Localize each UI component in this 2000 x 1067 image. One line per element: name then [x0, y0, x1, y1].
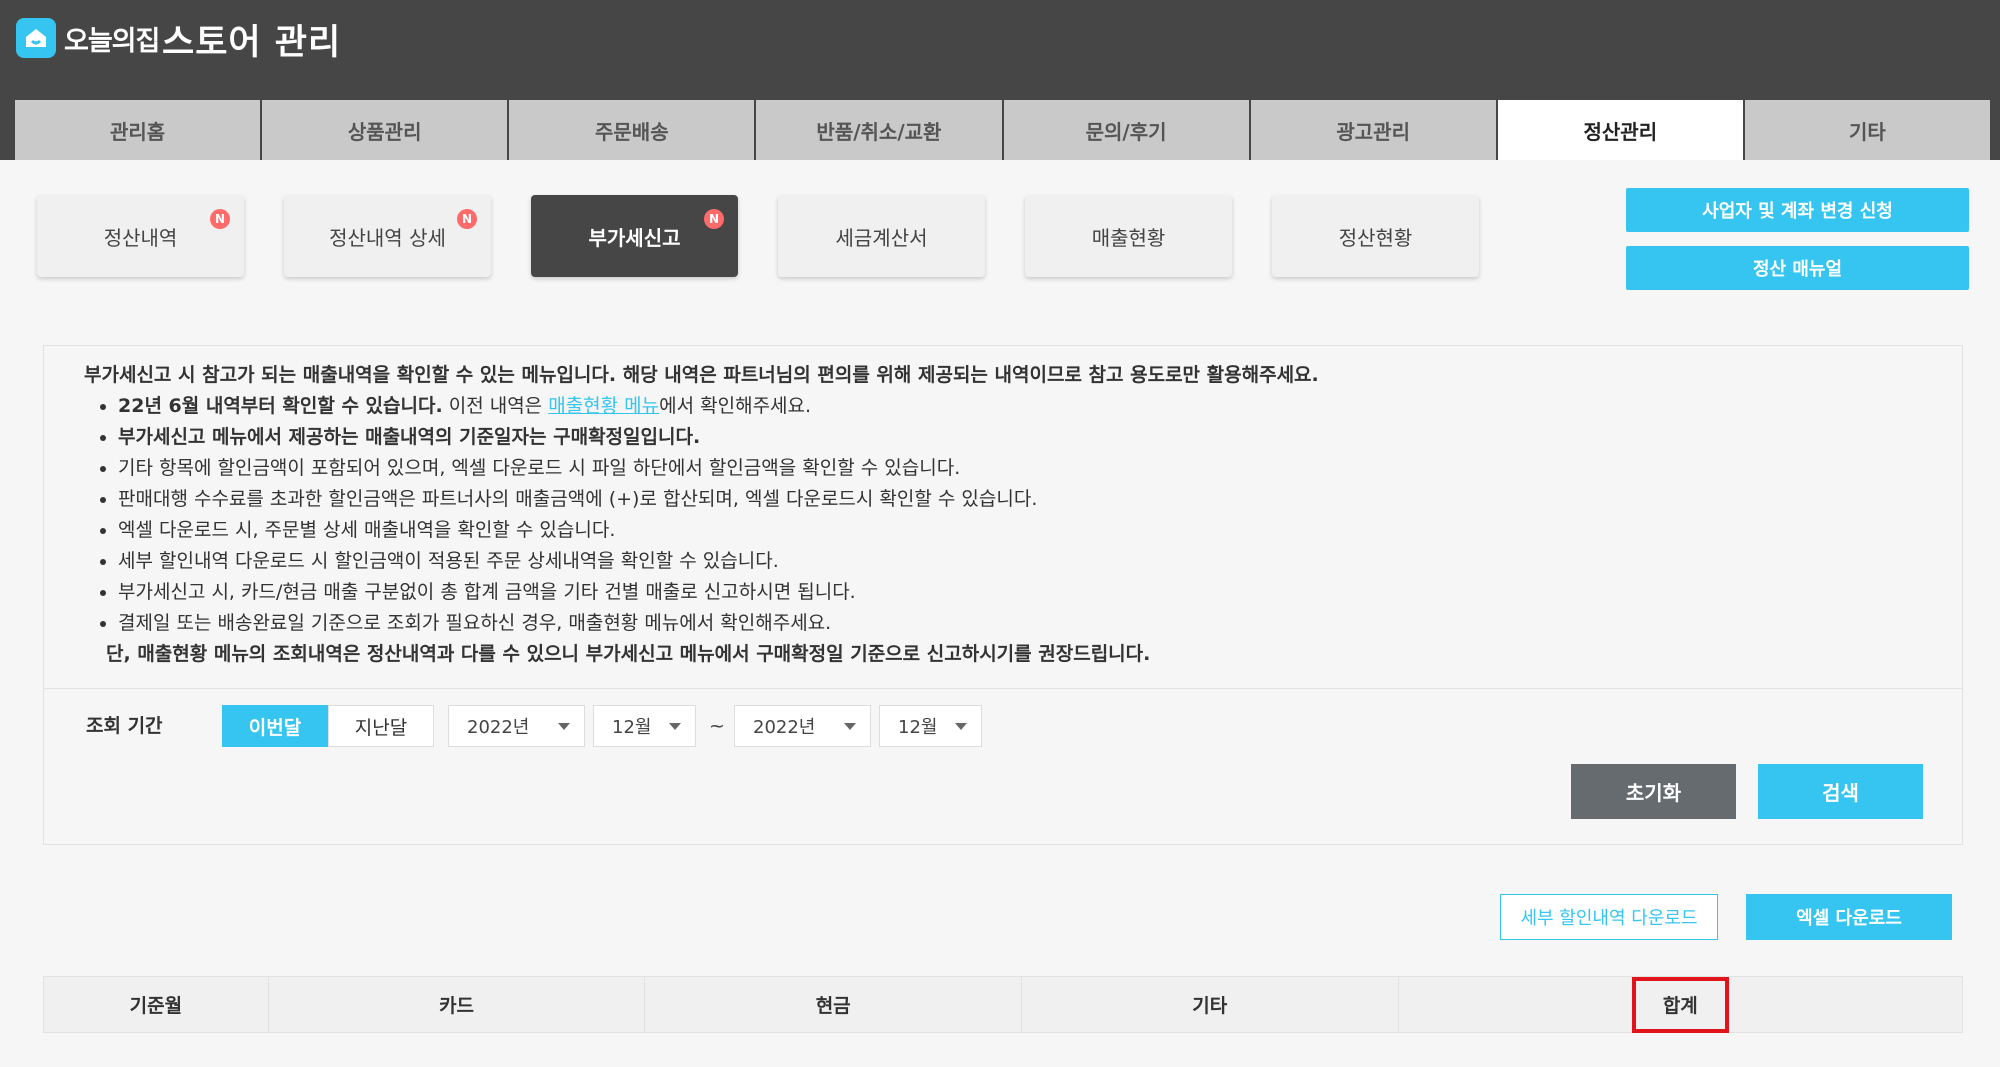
from-year-value: 2022년	[467, 717, 530, 738]
notice-item-bold: 부가세신고 메뉴에서 제공하는 매출내역의 기준일자는 구매확정일입니다.	[118, 426, 701, 448]
excel-download-button[interactable]: 엑셀 다운로드	[1746, 894, 1952, 940]
to-year-select[interactable]: 2022년	[734, 705, 871, 747]
notice: 부가세신고 시 참고가 되는 매출내역을 확인할 수 있는 메뉴입니다. 해당 …	[84, 360, 1944, 670]
notice-item: 세부 할인내역 다운로드 시 할인금액이 적용된 주문 상세내역을 확인할 수 …	[118, 546, 1944, 577]
subtab-sales-status[interactable]: 매출현황	[1025, 195, 1232, 277]
reset-button[interactable]: 초기화	[1571, 764, 1736, 819]
notice-list: 22년 6월 내역부터 확인할 수 있습니다. 이전 내역은 매출현황 메뉴에서…	[84, 391, 1944, 639]
sales-status-link[interactable]: 매출현황 메뉴	[548, 395, 659, 417]
notice-item: 결제일 또는 배송완료일 기준으로 조회가 필요하신 경우, 매출현황 메뉴에서…	[118, 608, 1944, 639]
notice-item: 판매대행 수수료를 초과한 할인금액은 파트너사의 매출금액에 (+)로 합산되…	[118, 484, 1944, 515]
from-year-select[interactable]: 2022년	[448, 705, 585, 747]
chevron-down-icon	[955, 723, 967, 730]
notice-item: 부가세신고 시, 카드/현금 매출 구분없이 총 합계 금액을 기타 건별 매출…	[118, 577, 1944, 608]
notice-item-bold: 22년 6월 내역부터 확인할 수 있습니다.	[118, 395, 443, 417]
notice-item: 22년 6월 내역부터 확인할 수 있습니다. 이전 내역은 매출현황 메뉴에서…	[118, 391, 1944, 422]
range-separator: ~	[709, 715, 725, 737]
new-badge: N	[457, 209, 477, 229]
to-month-value: 12월	[898, 717, 938, 738]
to-year-value: 2022년	[753, 717, 816, 738]
top-bar: 오늘의집 스토어 관리 관리홈 상품관리 주문배송 반품/취소/교환 문의/후기…	[0, 0, 2000, 160]
chevron-down-icon	[844, 723, 856, 730]
search-button[interactable]: 검색	[1758, 764, 1923, 819]
subtab-label: 정산내역	[103, 225, 178, 250]
notice-heading: 부가세신고 시 참고가 되는 매출내역을 확인할 수 있는 메뉴입니다. 해당 …	[84, 364, 1319, 386]
period-label: 조회 기간	[86, 715, 163, 737]
last-month-button[interactable]: 지난달	[328, 705, 434, 747]
subtab-label: 정산현황	[1338, 225, 1413, 250]
highlight-box	[1632, 977, 1729, 1033]
tab-returns[interactable]: 반품/취소/교환	[756, 100, 1004, 160]
notice-item-text: 이전 내역은	[442, 395, 549, 417]
tab-products[interactable]: 상품관리	[262, 100, 510, 160]
logo[interactable]: 오늘의집	[16, 18, 160, 58]
tab-etc[interactable]: 기타	[1744, 100, 1990, 160]
notice-filter-panel: 부가세신고 시 참고가 되는 매출내역을 확인할 수 있는 메뉴입니다. 해당 …	[43, 345, 1963, 845]
subtab-tax-invoice[interactable]: 세금계산서	[778, 195, 985, 277]
subtab-settlement-history[interactable]: 정산내역 N	[37, 195, 244, 277]
notice-footer: 단, 매출현황 메뉴의 조회내역은 정산내역과 다를 수 있으니 부가세신고 메…	[106, 643, 1151, 665]
subtab-settlement-status[interactable]: 정산현황	[1272, 195, 1479, 277]
subtab-label: 부가세신고	[588, 225, 681, 250]
column-header-card: 카드	[269, 977, 646, 1032]
tab-home[interactable]: 관리홈	[15, 100, 263, 160]
subtab-settlement-detail[interactable]: 정산내역 상세 N	[284, 195, 491, 277]
this-month-button[interactable]: 이번달	[222, 705, 328, 747]
divider	[44, 688, 1962, 689]
logo-text: 오늘의집	[64, 25, 160, 57]
tab-orders[interactable]: 주문배송	[509, 100, 757, 160]
from-month-value: 12월	[612, 717, 652, 738]
new-badge: N	[704, 209, 724, 229]
chevron-down-icon	[669, 723, 681, 730]
column-header-cash: 현금	[645, 977, 1022, 1032]
house-icon	[16, 18, 56, 58]
notice-item: 엑셀 다운로드 시, 주문별 상세 매출내역을 확인할 수 있습니다.	[118, 515, 1944, 546]
tab-settlement[interactable]: 정산관리	[1497, 100, 1745, 160]
subtab-label: 매출현황	[1091, 225, 1166, 250]
app-title: 스토어 관리	[162, 23, 342, 63]
subtab-label: 정산내역 상세	[329, 225, 446, 250]
change-request-button[interactable]: 사업자 및 계좌 변경 신청	[1626, 188, 1969, 232]
new-badge: N	[210, 209, 230, 229]
subtab-label: 세금계산서	[835, 225, 928, 250]
notice-item: 기타 항목에 할인금액이 포함되어 있으며, 엑셀 다운로드 시 파일 하단에서…	[118, 453, 1944, 484]
to-month-select[interactable]: 12월	[879, 705, 982, 747]
chevron-down-icon	[558, 723, 570, 730]
tab-inquiries[interactable]: 문의/후기	[1003, 100, 1251, 160]
tab-ads[interactable]: 광고관리	[1250, 100, 1498, 160]
detail-discount-download-button[interactable]: 세부 할인내역 다운로드	[1500, 894, 1718, 940]
subtab-vat-report[interactable]: 부가세신고 N	[531, 195, 738, 277]
from-month-select[interactable]: 12월	[593, 705, 696, 747]
main-tabs: 관리홈 상품관리 주문배송 반품/취소/교환 문의/후기 광고관리 정산관리 기…	[15, 100, 1990, 160]
manual-button[interactable]: 정산 매뉴얼	[1626, 246, 1969, 290]
notice-item: 부가세신고 메뉴에서 제공하는 매출내역의 기준일자는 구매확정일입니다.	[118, 422, 1944, 453]
column-header-month: 기준월	[44, 977, 269, 1032]
column-header-etc: 기타	[1022, 977, 1399, 1032]
notice-item-text: 에서 확인해주세요.	[659, 395, 812, 417]
